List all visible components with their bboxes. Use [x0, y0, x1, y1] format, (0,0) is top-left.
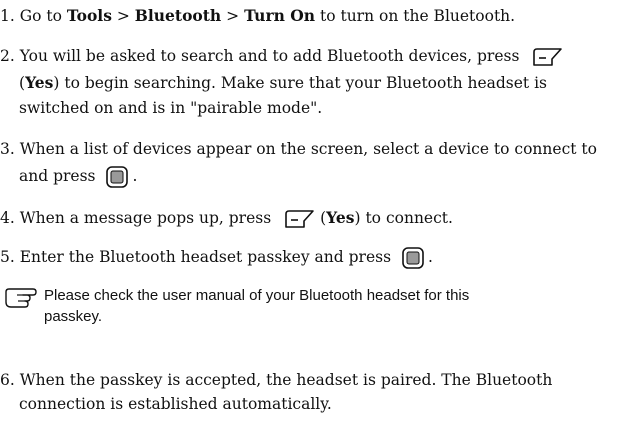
- step-6: 6. When the passkey is accepted, the hea…: [0, 370, 552, 391]
- period: .: [132, 167, 138, 185]
- menu-bluetooth: Bluetooth: [134, 6, 222, 25]
- step-text: and press: [19, 167, 96, 185]
- step-text: When a list of devices appear on the scr…: [19, 140, 597, 158]
- step-5: 5. Enter the Bluetooth headset passkey a…: [0, 247, 433, 269]
- step-text: ) to connect.: [354, 209, 453, 227]
- step-2-cont2: switched on and is in "pairable mode".: [19, 98, 322, 119]
- step-text: to turn on the Bluetooth.: [319, 7, 516, 25]
- ok-center-key-icon: [106, 166, 129, 188]
- step-3: 3. When a list of devices appear on the …: [0, 139, 597, 160]
- step-number: 1.: [0, 7, 15, 25]
- step-text: Enter the Bluetooth headset passkey and …: [19, 248, 392, 266]
- note-line-1: Please check the user manual of your Blu…: [44, 287, 470, 304]
- step-4: 4. When a message pops up, press (Yes) t…: [0, 207, 453, 229]
- step-number: 6.: [0, 371, 15, 389]
- note-text: Please check the user manual of your Blu…: [44, 285, 604, 327]
- step-number: 3.: [0, 140, 15, 158]
- menu-separator: >: [116, 7, 130, 25]
- manual-page: 1. Go to Tools > Bluetooth > Turn On to …: [0, 0, 631, 434]
- step-3-cont: and press .: [19, 166, 137, 188]
- step-number: 2.: [0, 47, 15, 65]
- step-text: ) to begin searching. Make sure that you…: [53, 74, 547, 92]
- menu-separator: >: [226, 7, 240, 25]
- note-box: Please check the user manual of your Blu…: [0, 283, 631, 331]
- menu-turn-on: Turn On: [244, 6, 316, 25]
- step-number: 5.: [0, 248, 15, 266]
- menu-tools: Tools: [66, 6, 112, 25]
- left-softkey-icon: [282, 209, 316, 229]
- step-2: 2. You will be asked to search and to ad…: [0, 46, 568, 67]
- hand-pointing-icon: [3, 286, 39, 310]
- left-softkey-icon: [530, 47, 564, 67]
- step-text: Go to: [19, 7, 62, 25]
- step-text: When a message pops up, press: [19, 209, 272, 227]
- step-text: switched on and is in "pairable mode".: [19, 99, 323, 117]
- step-number: 4.: [0, 209, 15, 227]
- step-text: connection is established automatically.: [19, 395, 332, 413]
- note-line-2: passkey.: [44, 308, 103, 325]
- yes-label: Yes: [326, 208, 355, 227]
- step-text: When the passkey is accepted, the headse…: [19, 371, 553, 389]
- step-6-cont: connection is established automatically.: [19, 394, 332, 415]
- period: .: [427, 248, 433, 266]
- yes-label: Yes: [25, 73, 54, 92]
- ok-center-key-icon: [402, 247, 424, 269]
- step-text: You will be asked to search and to add B…: [19, 47, 520, 65]
- step-1: 1. Go to Tools > Bluetooth > Turn On to …: [0, 5, 515, 27]
- step-2-cont: (Yes) to begin searching. Make sure that…: [19, 72, 547, 94]
